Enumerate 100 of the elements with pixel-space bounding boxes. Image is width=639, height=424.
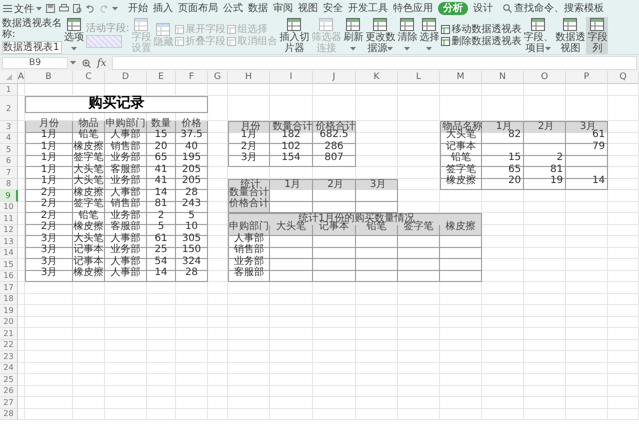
ribbon-button[interactable]: 字段、项目 [522, 17, 554, 54]
ribbon-tab[interactable]: 插入 [153, 2, 173, 15]
table-icon [175, 37, 184, 46]
table-icon [400, 18, 414, 30]
table-cell [313, 202, 356, 213]
row-header[interactable]: 23 [0, 351, 18, 362]
save-icon[interactable] [46, 4, 55, 13]
column-header[interactable]: C [73, 71, 105, 84]
column-header[interactable]: N [482, 71, 524, 84]
row-header[interactable]: 8 [0, 178, 18, 190]
undo-icon[interactable] [86, 4, 95, 13]
row-header[interactable]: 9 [0, 190, 18, 202]
row-header[interactable]: 28 [0, 408, 18, 420]
table-cell [270, 202, 313, 213]
ribbon-tab[interactable]: 特色应用 [393, 2, 433, 15]
caret-icon [112, 6, 118, 10]
row-header[interactable]: 5 [0, 144, 18, 156]
row-header[interactable]: 22 [0, 340, 18, 351]
row-header[interactable]: 11 [0, 213, 18, 224]
row-header[interactable]: 3 [0, 121, 18, 132]
row-header[interactable]: 17 [0, 282, 18, 294]
table-title: 购买记录 [25, 96, 208, 113]
table-cell [270, 259, 313, 270]
preview-icon[interactable] [73, 4, 82, 13]
row-header[interactable]: 21 [0, 328, 18, 340]
column-header[interactable]: J [313, 71, 356, 84]
row-header[interactable]: 6 [0, 156, 18, 167]
table-cell [566, 156, 608, 167]
function-label[interactable]: fx [97, 58, 106, 68]
ribbon-button[interactable]: 选择 [418, 17, 440, 54]
ribbon-button[interactable]: 更改数据源 [364, 17, 396, 54]
table-cell [313, 259, 356, 270]
table-icon [156, 23, 170, 36]
column-header[interactable]: B [25, 71, 73, 84]
row-header[interactable]: 2 [0, 96, 18, 121]
table-icon [319, 18, 334, 30]
ribbon-tab[interactable]: 开始 [128, 2, 148, 15]
pivot-name-field[interactable]: 数据透视表1 [2, 40, 62, 54]
row-header[interactable]: 27 [0, 397, 18, 408]
name-box[interactable]: B9 [2, 57, 68, 69]
ribbon-button[interactable]: 字段列 [586, 17, 608, 54]
row-header[interactable]: 16 [0, 270, 18, 282]
ribbon-button[interactable]: 刷新 [342, 17, 364, 54]
ribbon-button[interactable]: 移动数据透视表 [441, 24, 522, 35]
table-icon [563, 18, 578, 30]
row-header[interactable]: 14 [0, 248, 18, 259]
formula-input[interactable] [112, 56, 637, 70]
ribbon-button[interactable]: 数据透视图 [554, 17, 586, 54]
ribbon-button[interactable]: 删除数据透视表 [441, 36, 522, 47]
ribbon-tab[interactable]: 页面布局 [178, 2, 218, 15]
row-header[interactable]: 18 [0, 294, 18, 305]
zoom-icon[interactable] [82, 58, 91, 68]
row-header[interactable]: 12 [0, 224, 18, 236]
ribbon-tab[interactable]: 设计 [473, 2, 493, 15]
table-cell [313, 248, 356, 259]
column-header[interactable]: G [208, 71, 228, 84]
ribbon-button[interactable]: 插入切片器 [278, 17, 310, 54]
row-header[interactable]: 24 [0, 362, 18, 374]
column-header[interactable]: O [524, 71, 566, 84]
ribbon-tab[interactable]: 审阅 [273, 2, 293, 15]
column-header[interactable]: L [398, 71, 440, 84]
row-header[interactable]: 25 [0, 374, 18, 386]
table-cell [313, 236, 356, 248]
column-header[interactable]: H [228, 71, 270, 84]
row-header[interactable]: 13 [0, 236, 18, 248]
search-field[interactable]: 查找命令、搜索模板 [514, 3, 606, 14]
row-header[interactable]: 26 [0, 386, 18, 397]
table-cell: 79 [566, 144, 608, 156]
ribbon-tab[interactable]: 公式 [223, 2, 243, 15]
column-header[interactable]: Q [608, 71, 639, 84]
ribbon-tab[interactable]: 开发工具 [348, 2, 388, 15]
column-header[interactable]: K [356, 71, 398, 84]
column-header[interactable]: D [105, 71, 147, 84]
column-header[interactable]: I [270, 71, 313, 84]
column-header[interactable]: M [440, 71, 482, 84]
ribbon-tab[interactable]: 分析 [438, 2, 468, 15]
table-cell [270, 270, 313, 282]
column-header[interactable]: A [18, 71, 25, 84]
column-header[interactable]: P [566, 71, 608, 84]
ribbon-tab[interactable]: 视图 [298, 2, 318, 15]
row-header[interactable]: 20 [0, 316, 18, 328]
table-cell [313, 190, 356, 202]
column-header[interactable]: F [176, 71, 208, 84]
table-cell [524, 132, 566, 144]
table-cell [398, 248, 440, 259]
ribbon-button[interactable]: 清除 [396, 17, 418, 54]
file-menu[interactable]: 文件 [3, 2, 42, 16]
row-header[interactable]: 1 [0, 84, 18, 96]
column-header[interactable]: E [147, 71, 176, 84]
table-cell [398, 236, 440, 248]
ribbon-tab[interactable]: 安全 [323, 2, 343, 15]
row-header[interactable]: 4 [0, 132, 18, 144]
row-header[interactable]: 10 [0, 202, 18, 213]
ribbon-button[interactable]: 选项 [63, 17, 85, 54]
row-header[interactable]: 15 [0, 259, 18, 270]
row-header[interactable]: 7 [0, 167, 18, 178]
table-icon [227, 25, 236, 34]
print-icon[interactable] [59, 4, 69, 13]
row-header[interactable]: 19 [0, 305, 18, 316]
ribbon-tab[interactable]: 数据 [248, 2, 268, 15]
